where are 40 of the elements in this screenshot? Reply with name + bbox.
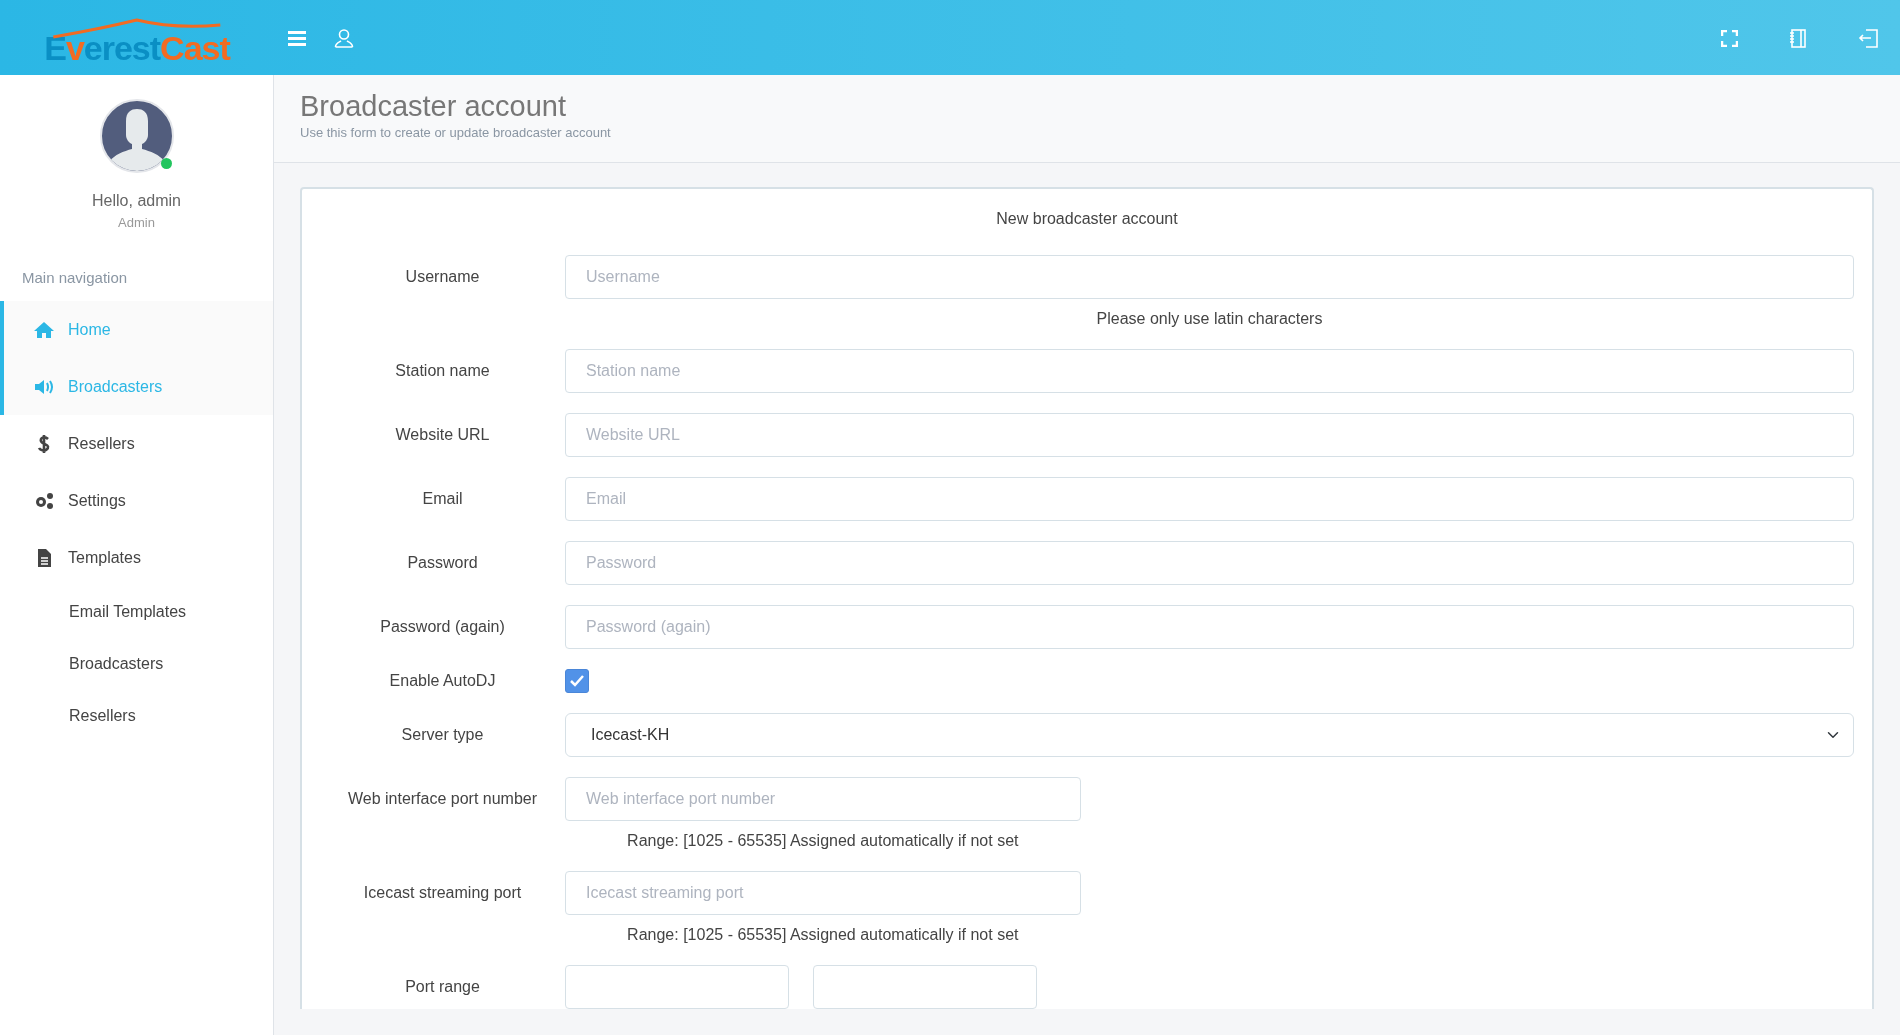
field-label: Password <box>406 553 479 574</box>
nav-subitem[interactable]: Email Templates <box>0 586 273 638</box>
field-label: Password (again) <box>379 617 506 638</box>
text-field[interactable]: Password <box>565 541 1854 586</box>
nav-item[interactable]: Settings <box>0 472 273 529</box>
page-title: Broadcaster account <box>300 91 567 123</box>
nav-item[interactable]: Resellers <box>0 415 273 472</box>
text-field[interactable]: Station name <box>565 349 1854 394</box>
help-text: Range: [1025 - 65535] Assigned automatically if not set <box>626 831 1020 852</box>
nav-subitem[interactable]: Resellers <box>0 690 273 742</box>
help-text: Please only use latin characters <box>1095 309 1324 330</box>
dropdown[interactable]: Icecast-KH <box>565 713 1854 758</box>
greeting: Hello, admin <box>92 191 181 211</box>
text-field[interactable]: Email <box>565 477 1854 522</box>
text-field[interactable]: Password (again) <box>565 605 1854 650</box>
help-text: Range: [1025 - 65535] Assigned automatically if not set <box>626 925 1020 946</box>
user-role: Admin <box>118 214 155 232</box>
checkbox[interactable] <box>565 669 589 694</box>
field-label: Server type <box>400 725 485 746</box>
field-label: Email <box>421 489 464 510</box>
field-label: Username <box>404 267 481 288</box>
text-field[interactable]: Icecast streaming port <box>565 871 1081 916</box>
nav-heading: Main navigation <box>21 267 129 288</box>
field-label: Enable AutoDJ <box>388 671 497 692</box>
text-field[interactable]: Web interface port number <box>565 777 1081 822</box>
text-field[interactable]: Username <box>565 255 1854 300</box>
home-icon <box>34 319 54 340</box>
field-label: Icecast streaming port <box>362 883 523 904</box>
nav-subitem[interactable]: Broadcasters <box>0 638 273 690</box>
field-label: Port range <box>404 977 481 998</box>
form-title: New broadcaster account <box>995 209 1179 230</box>
text-field[interactable]: Website URL <box>565 413 1854 458</box>
page-subtitle: Use this form to create or update broadcaster account <box>300 123 612 142</box>
text-field[interactable] <box>565 965 789 1010</box>
field-label: Website URL <box>394 425 491 446</box>
nav-item[interactable]: Templates <box>0 529 273 586</box>
checkmark-icon <box>570 675 584 688</box>
field-label: Web interface port number <box>346 789 539 810</box>
text-field[interactable] <box>813 965 1037 1010</box>
field-label: Station name <box>394 361 491 382</box>
